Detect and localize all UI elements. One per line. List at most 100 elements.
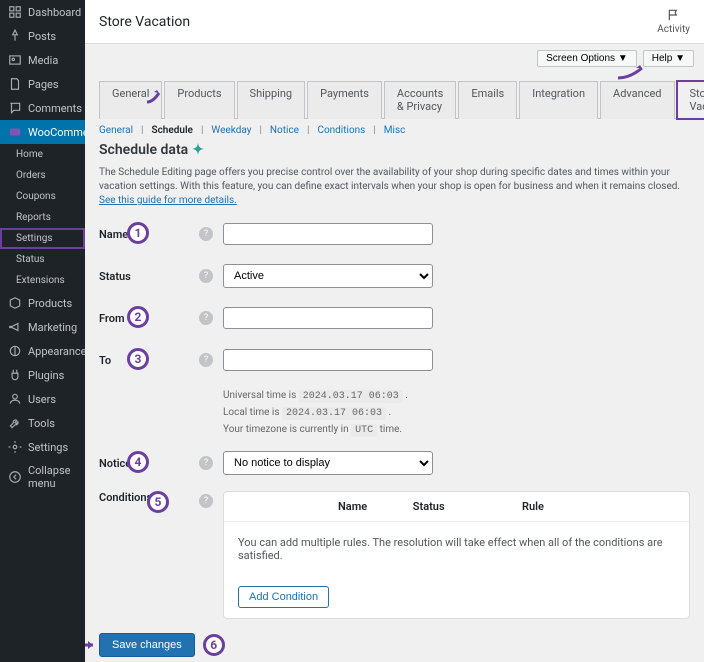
- collapse-icon: [8, 470, 22, 484]
- screen-options-bar: Screen Options ▼ Help ▼: [85, 44, 704, 73]
- subtab-misc[interactable]: Misc: [384, 125, 406, 136]
- save-changes-button[interactable]: Save changes: [99, 633, 195, 657]
- tab-advanced[interactable]: Advanced: [600, 81, 674, 119]
- sidebar-item-label: Coupons: [16, 191, 56, 202]
- status-select[interactable]: Active: [223, 264, 433, 288]
- sidebar-item-label: Pages: [28, 78, 59, 91]
- sidebar-item-label: Marketing: [28, 321, 77, 334]
- help-icon[interactable]: ?: [199, 494, 213, 508]
- sidebar-item-extensions[interactable]: Extensions: [0, 270, 85, 291]
- to-label: To: [99, 354, 199, 367]
- sidebar-item-label: Settings: [16, 233, 53, 244]
- help-button[interactable]: Help ▼: [643, 50, 694, 67]
- sidebar-item-reports[interactable]: Reports: [0, 207, 85, 228]
- annotation-badge-4: 4: [127, 451, 149, 473]
- help-icon[interactable]: ?: [199, 311, 213, 325]
- subtab-weekday[interactable]: Weekday: [211, 125, 251, 136]
- sidebar-item-collapse-menu[interactable]: Collapse menu: [0, 459, 85, 495]
- tab-emails[interactable]: Emails: [458, 81, 517, 119]
- sidebar-item-pages[interactable]: Pages: [0, 72, 85, 96]
- sidebar-item-label: Extensions: [16, 275, 65, 286]
- sidebar-item-settings[interactable]: Settings: [0, 228, 85, 249]
- annotation-badge-5: 5: [147, 491, 169, 513]
- sidebar-item-label: Status: [16, 254, 45, 265]
- sidebar-item-label: Plugins: [28, 369, 64, 382]
- tab-integration[interactable]: Integration: [519, 81, 598, 119]
- sidebar-item-status[interactable]: Status: [0, 249, 85, 270]
- sidebar-item-label: Posts: [28, 30, 56, 43]
- activity-button[interactable]: Activity: [657, 8, 690, 35]
- sidebar-item-label: Appearance: [28, 345, 87, 358]
- main-content: Store Vacation Activity Screen Options ▼…: [85, 0, 704, 662]
- sidebar-item-label: Home: [16, 149, 43, 160]
- notice-select[interactable]: No notice to display: [223, 451, 433, 475]
- subtab-notice[interactable]: Notice: [270, 125, 299, 136]
- conditions-table: Name Status Rule You can add multiple ru…: [223, 491, 690, 619]
- help-icon[interactable]: ?: [199, 227, 213, 241]
- tab-general[interactable]: General: [99, 81, 162, 119]
- sidebar-item-comments[interactable]: Comments: [0, 96, 85, 120]
- sidebar-item-appearance[interactable]: Appearance: [0, 339, 85, 363]
- sidebar-item-users[interactable]: Users: [0, 387, 85, 411]
- subtab-conditions[interactable]: Conditions: [317, 125, 365, 136]
- flag-icon: [667, 8, 681, 22]
- to-input[interactable]: [223, 349, 433, 371]
- dashboard-icon: [8, 5, 22, 19]
- from-label: From: [99, 312, 199, 325]
- page-title: Store Vacation: [99, 14, 190, 30]
- help-icon[interactable]: ?: [199, 456, 213, 470]
- sidebar-item-label: Users: [28, 393, 56, 406]
- guide-link[interactable]: See this guide for more details.: [99, 195, 237, 206]
- sidebar-item-marketing[interactable]: Marketing: [0, 315, 85, 339]
- subtab-schedule[interactable]: Schedule: [151, 125, 192, 136]
- pin-icon: [8, 29, 22, 43]
- users-icon: [8, 392, 22, 406]
- sidebar-item-products[interactable]: Products: [0, 291, 85, 315]
- plugin-icon: [8, 368, 22, 382]
- tab-accounts-privacy[interactable]: Accounts & Privacy: [384, 81, 456, 119]
- tab-products[interactable]: Products: [164, 81, 234, 119]
- subtab-general[interactable]: General: [99, 125, 133, 136]
- sidebar-item-plugins[interactable]: Plugins: [0, 363, 85, 387]
- sidebar-item-label: Orders: [16, 170, 46, 181]
- topbar: Store Vacation Activity: [85, 0, 704, 44]
- sidebar-item-coupons[interactable]: Coupons: [0, 186, 85, 207]
- section-title: Schedule data ✦: [99, 142, 690, 158]
- conditions-header: Name Status Rule: [224, 492, 689, 521]
- sidebar-item-settings[interactable]: Settings: [0, 435, 85, 459]
- product-icon: [8, 296, 22, 310]
- sidebar-item-label: Media: [28, 54, 58, 67]
- sidebar-item-label: Settings: [28, 441, 68, 454]
- time-info: Universal time is 2024.03.17 06:03 . Loc…: [223, 388, 690, 439]
- annotation-badge-3: 3: [127, 348, 149, 370]
- screen-options-button[interactable]: Screen Options ▼: [537, 50, 637, 67]
- tab-payments[interactable]: Payments: [307, 81, 382, 119]
- appearance-icon: [8, 344, 22, 358]
- sidebar-item-posts[interactable]: Posts: [0, 24, 85, 48]
- status-label: Status: [99, 270, 199, 283]
- arrow-annotation: [85, 639, 99, 651]
- sidebar-item-label: Reports: [16, 212, 51, 223]
- marketing-icon: [8, 320, 22, 334]
- sidebar-item-woocommerce[interactable]: WooCommerce: [0, 120, 85, 144]
- add-condition-button[interactable]: Add Condition: [238, 586, 329, 608]
- sidebar-item-orders[interactable]: Orders: [0, 165, 85, 186]
- tab-shipping[interactable]: Shipping: [237, 81, 306, 119]
- help-icon[interactable]: ?: [199, 269, 213, 283]
- settings-icon: [8, 440, 22, 454]
- sidebar-item-dashboard[interactable]: Dashboard: [0, 0, 85, 24]
- name-label: Name: [99, 228, 199, 241]
- palm-icon: ✦: [192, 142, 204, 158]
- help-icon[interactable]: ?: [199, 353, 213, 367]
- sidebar-item-home[interactable]: Home: [0, 144, 85, 165]
- media-icon: [8, 53, 22, 67]
- from-input[interactable]: [223, 307, 433, 329]
- sidebar-item-tools[interactable]: Tools: [0, 411, 85, 435]
- sidebar-item-label: Collapse menu: [28, 464, 77, 490]
- sidebar-item-media[interactable]: Media: [0, 48, 85, 72]
- tab-store-vacation[interactable]: Store Vacation: [677, 81, 704, 119]
- name-input[interactable]: [223, 223, 433, 245]
- subtabs: General | Schedule | Weekday | Notice | …: [99, 125, 690, 136]
- woo-icon: [8, 125, 22, 139]
- admin-sidebar: Dashboard Posts Media Pages CommentsWooComme…: [0, 0, 85, 662]
